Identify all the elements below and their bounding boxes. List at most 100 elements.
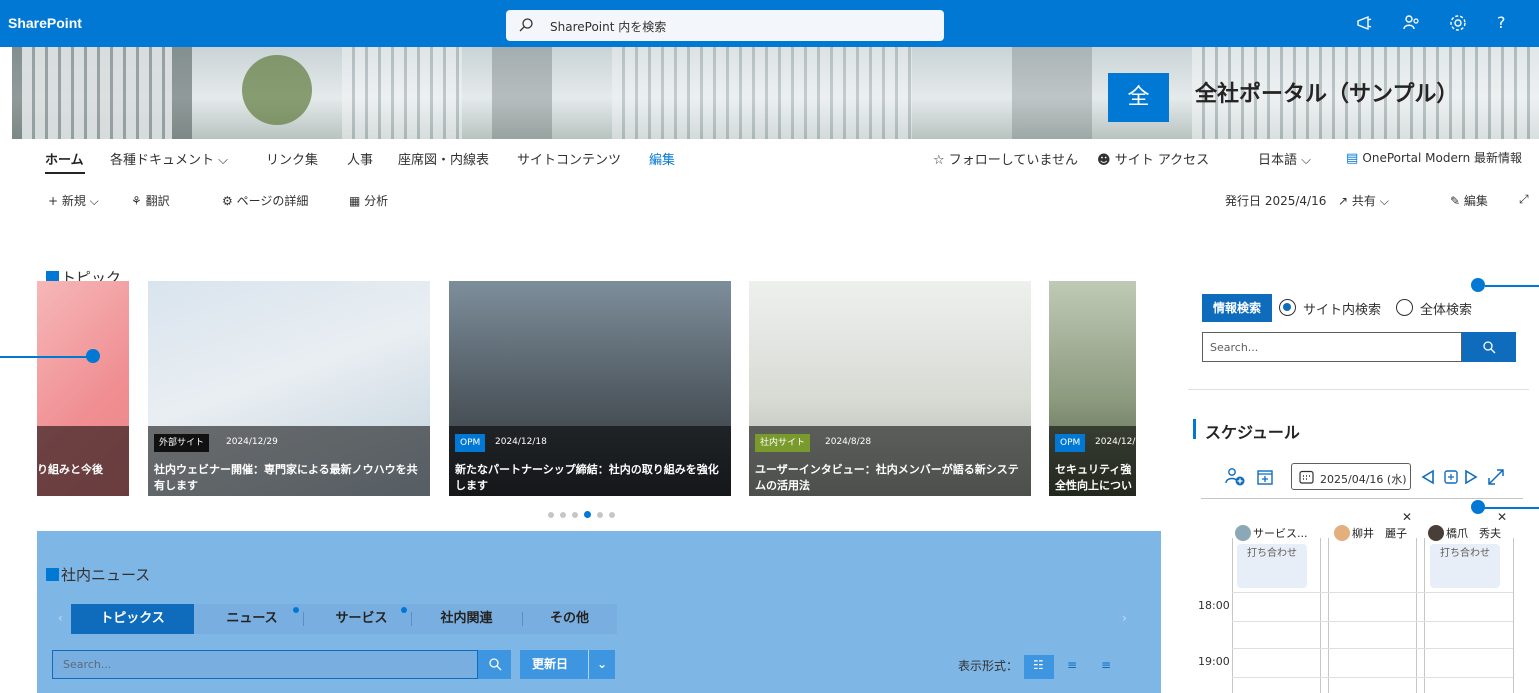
- news-search-button[interactable]: [478, 650, 511, 679]
- banner-plant: [242, 55, 312, 125]
- add-event-icon[interactable]: [1256, 468, 1274, 486]
- schedule-person[interactable]: 柳井 麗子: [1334, 525, 1407, 541]
- nav-item-site-contents[interactable]: サイトコンテンツ: [517, 149, 621, 168]
- card-title: り組みと今後: [37, 463, 103, 476]
- topic-card[interactable]: 外部サイト 2024/12/29 社内ウェビナー開催：専門家による最新ノウハウを…: [148, 281, 430, 496]
- follow-button[interactable]: ☆ フォローしていません: [933, 149, 1078, 168]
- schedule-row-line: [1232, 621, 1513, 622]
- view-mode-label: 表示形式：: [958, 659, 1019, 673]
- tab-separator: [411, 612, 412, 626]
- tab-services[interactable]: サービス: [310, 604, 413, 634]
- oneportal-news-link[interactable]: ▤ OnePortal Modern 最新情報: [1346, 149, 1522, 166]
- tabs-prev-icon[interactable]: ‹: [58, 611, 63, 625]
- analytics-button[interactable]: ▦ 分析: [349, 192, 388, 209]
- pager-dot[interactable]: [597, 512, 603, 518]
- view-list-button[interactable]: ≡: [1058, 655, 1088, 679]
- info-search-input[interactable]: Search...: [1202, 332, 1462, 362]
- site-access-button[interactable]: ☻ サイト アクセス: [1097, 149, 1209, 168]
- banner-window: [612, 47, 912, 139]
- megaphone-icon[interactable]: [1354, 12, 1376, 34]
- card-title: 社内ウェビナー開催：専門家による最新ノウハウを共有します: [154, 463, 418, 492]
- site-access-label: サイト アクセス: [1114, 153, 1210, 168]
- pager-dot-active[interactable]: [584, 511, 591, 518]
- close-icon[interactable]: ✕: [1402, 510, 1412, 524]
- previous-day-icon[interactable]: [1421, 469, 1435, 485]
- annotation-pin: [1471, 278, 1485, 292]
- next-day-icon[interactable]: [1464, 469, 1478, 485]
- expand-icon[interactable]: ⤢: [1519, 192, 1529, 207]
- page-details-label: ページの詳細: [236, 194, 309, 208]
- avatar: [1428, 525, 1444, 541]
- nav-item-edit[interactable]: 編集: [649, 149, 675, 168]
- topic-card[interactable]: OPM 2024/12/18 新たなパートナーシップ締結：社内の取り組みを強化し…: [449, 281, 731, 496]
- view-compact-button[interactable]: ≡: [1092, 655, 1122, 679]
- pager-dot[interactable]: [572, 512, 578, 518]
- analytics-label: 分析: [364, 194, 389, 208]
- today-icon[interactable]: [1443, 469, 1459, 485]
- chevron-down-icon: ⌄: [588, 650, 607, 679]
- card-badge: OPM: [1055, 434, 1086, 452]
- nav-item-links[interactable]: リンク集: [266, 149, 318, 168]
- news-title: 社内ニュース: [61, 566, 151, 584]
- topic-card[interactable]: り組みと今後: [37, 281, 129, 496]
- help-icon[interactable]: ?: [1497, 13, 1519, 35]
- topic-card[interactable]: OPM 2024/12/ セキュリティ強全性向上につい: [1049, 281, 1136, 496]
- tab-other[interactable]: その他: [522, 604, 617, 634]
- schedule-event[interactable]: 打ち合わせ: [1237, 544, 1307, 588]
- document-icon: ▤: [1346, 151, 1363, 166]
- people-icon: ☻: [1097, 153, 1115, 168]
- person-name: 橋爪 秀夫: [1446, 527, 1501, 540]
- site-logo[interactable]: 全: [1108, 73, 1169, 122]
- page-details-button[interactable]: ⚙ ページの詳細: [222, 192, 308, 209]
- divider: [1188, 389, 1529, 390]
- news-search-input[interactable]: Search...: [52, 650, 478, 679]
- global-search-input[interactable]: SharePoint 内を検索: [506, 10, 944, 41]
- share-button[interactable]: ↗ 共有 ⌵: [1338, 192, 1389, 209]
- schedule-person[interactable]: 橋爪 秀夫: [1428, 525, 1501, 541]
- nav-item-home[interactable]: ホーム: [45, 149, 84, 168]
- search-icon: [519, 18, 533, 32]
- schedule-date-picker[interactable]: 2025/04/16 (水): [1291, 463, 1411, 490]
- expand-icon[interactable]: [1486, 467, 1506, 487]
- nav-item-seating[interactable]: 座席図・内線表: [398, 149, 489, 168]
- new-button[interactable]: + 新規 ⌵: [48, 192, 99, 209]
- schedule-person[interactable]: サービス...: [1235, 525, 1308, 541]
- view-card-button[interactable]: ☷: [1024, 655, 1054, 679]
- nav-item-documents[interactable]: 各種ドキュメント ⌵: [110, 149, 228, 168]
- oneportal-label: OnePortal Modern 最新情報: [1362, 151, 1522, 165]
- tab-separator: [303, 612, 304, 626]
- suite-bar: SharePoint SharePoint 内を検索 ?: [0, 0, 1539, 47]
- info-search-placeholder: Search...: [1210, 341, 1259, 354]
- app-brand[interactable]: SharePoint: [8, 15, 82, 31]
- sort-button[interactable]: 更新日 ⌄: [520, 650, 615, 679]
- tab-topics[interactable]: トピックス: [71, 604, 194, 634]
- radio-all-search-label[interactable]: 全体検索: [1420, 299, 1472, 318]
- site-title[interactable]: 全社ポータル（サンプル）: [1195, 76, 1458, 108]
- share-label: 共有 ⌵: [1351, 194, 1389, 208]
- info-search-tag: 情報検索: [1202, 294, 1272, 322]
- schedule-accent-bar: [1193, 419, 1196, 439]
- edit-page-button[interactable]: ✎ 編集: [1450, 192, 1488, 209]
- pager-dot[interactable]: [609, 512, 615, 518]
- radio-all-search[interactable]: [1396, 299, 1413, 316]
- translate-label: 翻訳: [145, 194, 170, 208]
- info-search-button[interactable]: [1462, 332, 1516, 362]
- card-caption: [37, 426, 129, 496]
- language-selector[interactable]: 日本語 ⌵: [1258, 149, 1311, 168]
- topic-card[interactable]: 社内サイト 2024/8/28 ユーザーインタビュー：社内メンバーが語る新システ…: [749, 281, 1031, 496]
- avatar: [1235, 525, 1251, 541]
- tab-internal[interactable]: 社内関連: [413, 604, 520, 634]
- radio-site-search[interactable]: [1279, 299, 1296, 316]
- translate-button[interactable]: ⚘ 翻訳: [131, 192, 170, 209]
- nav-item-hr[interactable]: 人事: [347, 149, 373, 168]
- close-icon[interactable]: ✕: [1497, 510, 1507, 524]
- settings-icon[interactable]: [1447, 12, 1469, 34]
- pager-dot[interactable]: [560, 512, 566, 518]
- schedule-event[interactable]: 打ち合わせ: [1430, 544, 1500, 588]
- add-person-icon[interactable]: [1224, 466, 1246, 488]
- card-badge: OPM: [455, 434, 486, 452]
- pager-dot[interactable]: [548, 512, 554, 518]
- tabs-next-icon[interactable]: ›: [1122, 611, 1127, 625]
- radio-site-search-label[interactable]: サイト内検索: [1303, 299, 1381, 318]
- share-people-icon[interactable]: [1401, 12, 1423, 34]
